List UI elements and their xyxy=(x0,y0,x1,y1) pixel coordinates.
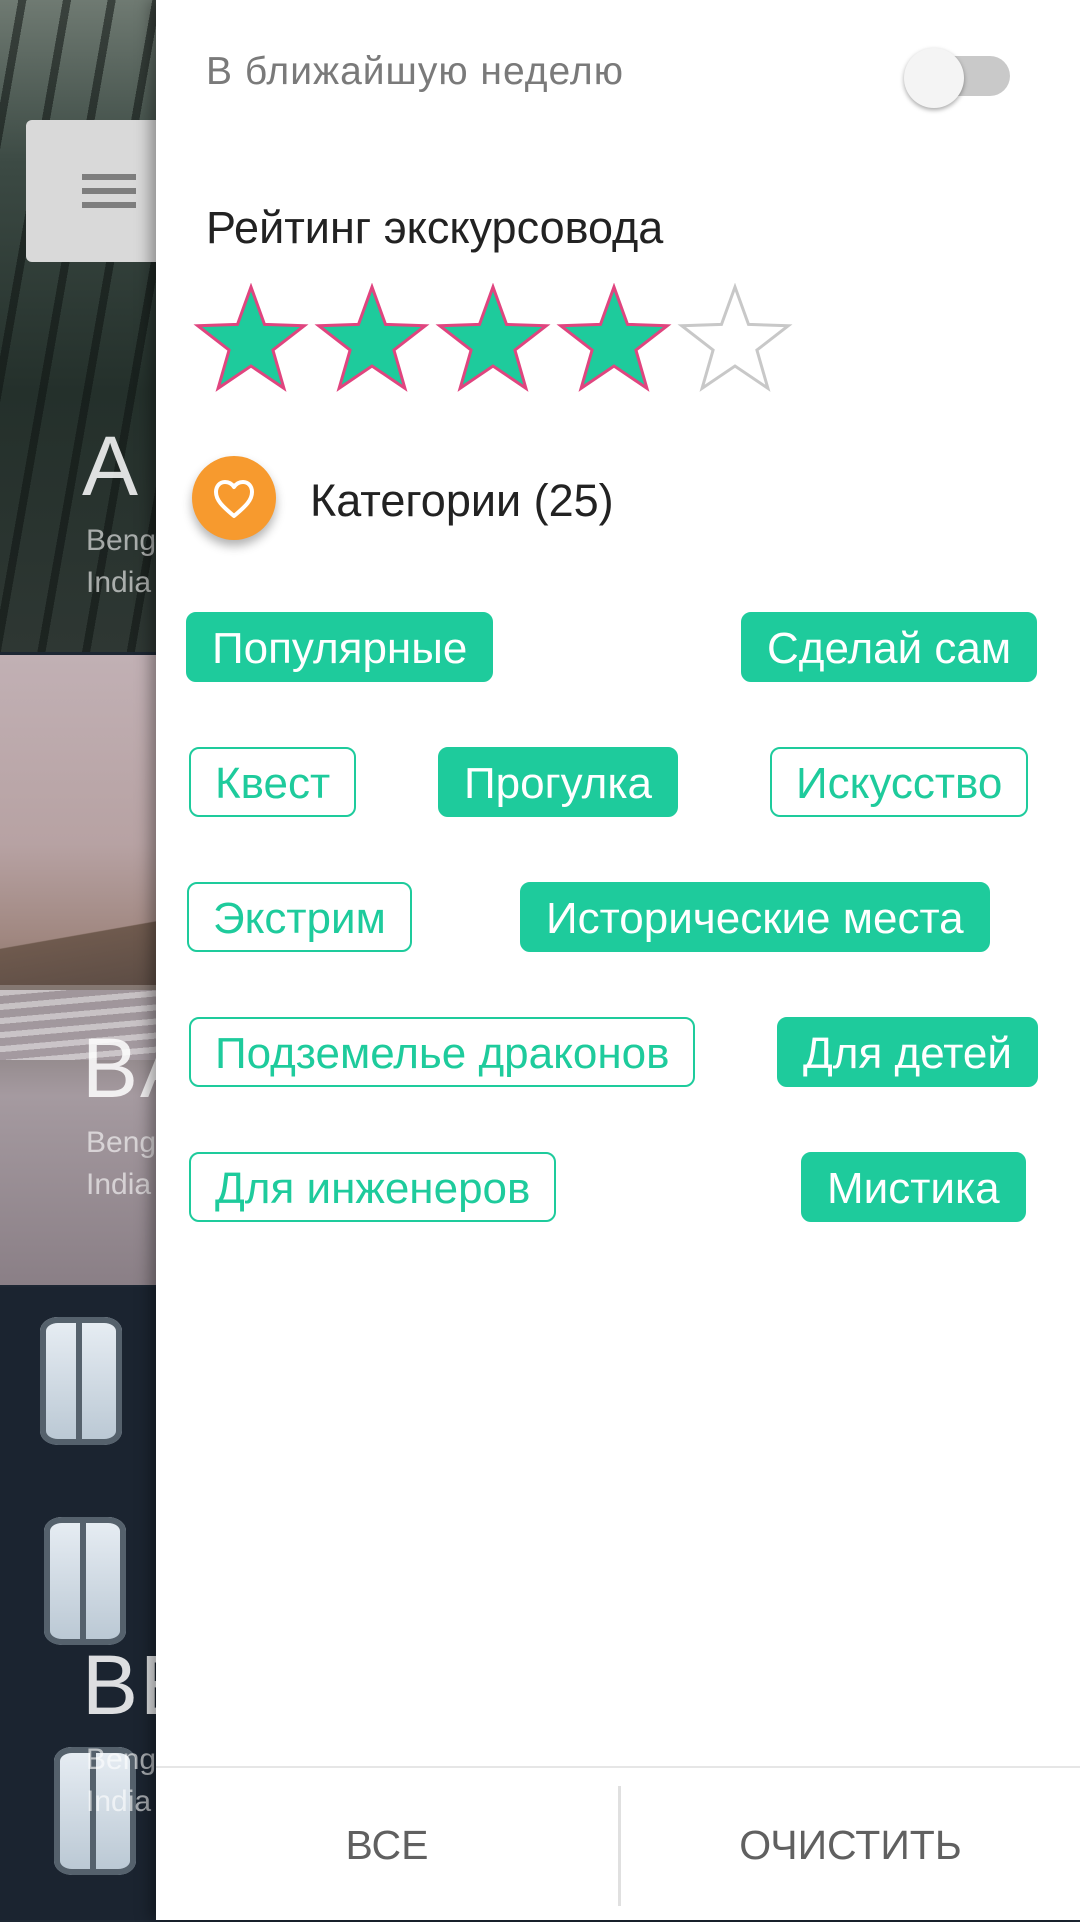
background-list: A Beng India BA Beng India BE Beng India xyxy=(0,0,160,1920)
list-card[interactable]: BA Beng India xyxy=(0,655,160,1285)
category-badge[interactable] xyxy=(192,456,276,540)
heart-icon xyxy=(214,480,254,518)
menu-icon xyxy=(82,202,136,208)
drawer-footer: ВСЕ ОЧИСТИТЬ xyxy=(156,1766,1080,1922)
next-week-toggle[interactable] xyxy=(904,48,1010,108)
menu-button[interactable] xyxy=(26,120,160,262)
menu-icon xyxy=(82,174,136,180)
rating-title: Рейтинг экскурсовода xyxy=(206,202,664,253)
toggle-knob xyxy=(904,48,964,108)
list-card[interactable]: BE Beng India xyxy=(0,1287,160,1920)
categories-title: Категории (25) xyxy=(310,475,614,526)
star-filled-icon[interactable] xyxy=(432,282,554,399)
menu-icon xyxy=(82,188,136,194)
show-all-button[interactable]: ВСЕ xyxy=(156,1768,618,1922)
card-title: BA xyxy=(82,1021,160,1115)
category-chip[interactable]: Для инженеров xyxy=(189,1152,557,1222)
star-filled-icon[interactable] xyxy=(190,282,312,399)
card-subtitle: Beng India xyxy=(86,1743,157,1818)
category-chip[interactable]: Мистика xyxy=(801,1152,1026,1222)
list-card[interactable]: A Beng India xyxy=(0,0,160,652)
category-chip[interactable]: Искусство xyxy=(770,747,1029,817)
card-title: BE xyxy=(82,1638,160,1732)
card-image xyxy=(40,1317,122,1445)
next-week-label: В ближайшую неделю xyxy=(206,50,624,93)
category-chip[interactable]: Экстрим xyxy=(187,882,412,952)
star-filled-icon[interactable] xyxy=(311,282,433,399)
filter-drawer: В ближайшую неделю Рейтинг экскурсовода … xyxy=(156,0,1080,1920)
card-image xyxy=(44,1517,126,1645)
category-chip[interactable]: Прогулка xyxy=(438,747,679,817)
category-chip[interactable]: Исторические места xyxy=(520,882,990,952)
card-image xyxy=(0,905,160,985)
rating-stars xyxy=(190,282,930,403)
card-title: A xyxy=(82,419,141,513)
category-chip[interactable]: Квест xyxy=(189,747,357,817)
star-empty-icon[interactable] xyxy=(674,282,796,399)
star-filled-icon[interactable] xyxy=(553,282,675,399)
category-chip[interactable]: Подземелье драконов xyxy=(189,1017,696,1087)
category-chip[interactable]: Сделай сам xyxy=(741,612,1038,682)
category-chip[interactable]: Популярные xyxy=(186,612,494,682)
clear-button[interactable]: ОЧИСТИТЬ xyxy=(621,1768,1080,1922)
card-subtitle: Beng India xyxy=(86,524,157,599)
category-chip[interactable]: Для детей xyxy=(777,1017,1038,1087)
card-subtitle: Beng India xyxy=(86,1126,157,1201)
